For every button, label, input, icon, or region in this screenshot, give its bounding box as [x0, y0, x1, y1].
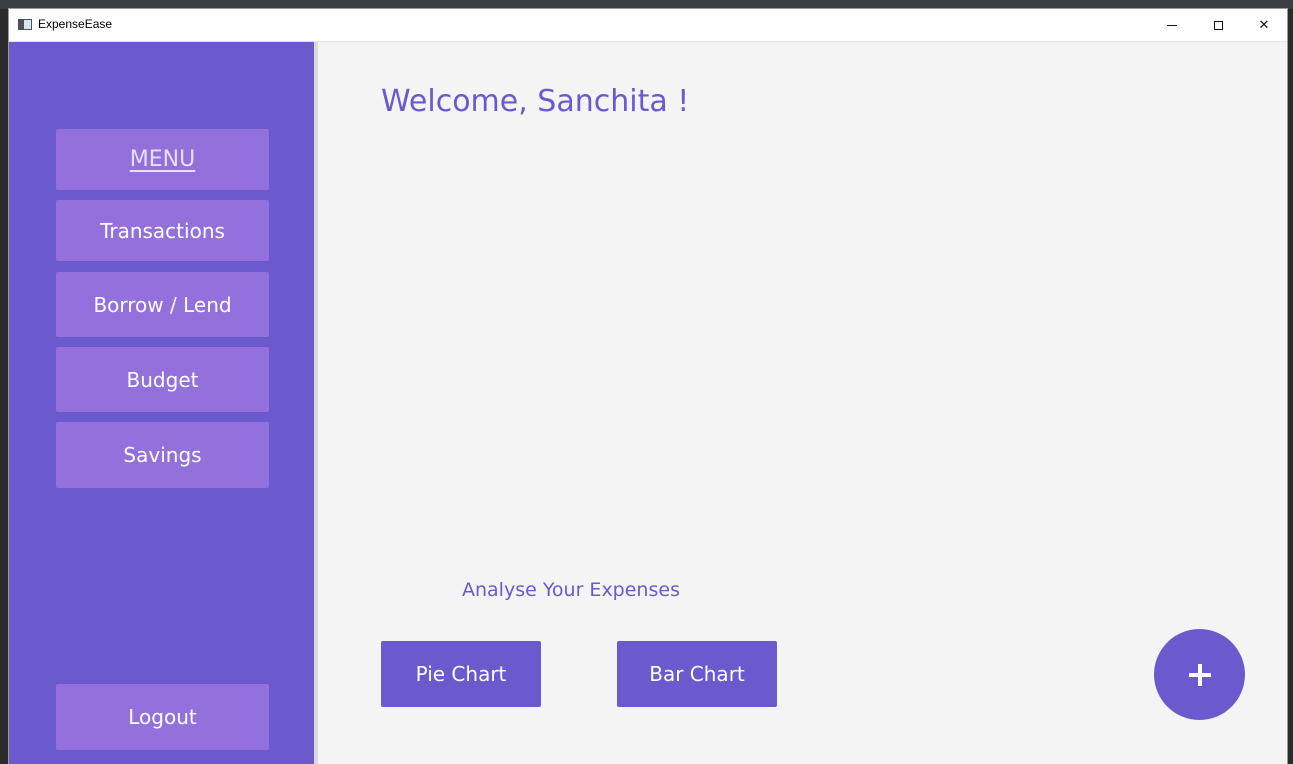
background-ide-left — [0, 9, 9, 764]
maximize-button[interactable] — [1195, 9, 1241, 41]
minimize-icon — [1167, 24, 1177, 26]
background-ide-right — [1287, 9, 1293, 764]
menu-title: MENU — [56, 129, 269, 190]
sidebar-item-borrow-lend[interactable]: Borrow / Lend — [56, 272, 269, 337]
maximize-icon — [1213, 20, 1223, 30]
analyse-expenses-label: Analyse Your Expenses — [462, 579, 680, 601]
bar-chart-button[interactable]: Bar Chart — [617, 641, 777, 707]
main-content: Welcome, Sanchita ! Analyse Your Expense… — [318, 42, 1287, 764]
sidebar-item-budget[interactable]: Budget — [56, 347, 269, 412]
minimize-button[interactable] — [1149, 9, 1195, 41]
app-window: ExpenseEase ✕ MENU Transactions Borrow /… — [9, 9, 1287, 764]
background-ide-strip — [0, 0, 1293, 9]
logout-button[interactable]: Logout — [56, 684, 269, 750]
title-bar[interactable]: ExpenseEase ✕ — [9, 9, 1287, 42]
app-icon — [18, 19, 32, 30]
close-button[interactable]: ✕ — [1241, 9, 1287, 41]
close-icon: ✕ — [1258, 17, 1270, 33]
plus-icon — [1188, 663, 1211, 686]
sidebar-item-transactions[interactable]: Transactions — [56, 200, 269, 261]
pie-chart-button[interactable]: Pie Chart — [381, 641, 541, 707]
window-title: ExpenseEase — [38, 17, 113, 31]
sidebar: MENU Transactions Borrow / Lend Budget S… — [9, 42, 314, 764]
add-transaction-button[interactable] — [1154, 629, 1245, 720]
sidebar-item-savings[interactable]: Savings — [56, 422, 269, 488]
screen: ExpenseEase ✕ MENU Transactions Borrow /… — [0, 0, 1293, 764]
welcome-heading: Welcome, Sanchita ! — [381, 84, 690, 119]
